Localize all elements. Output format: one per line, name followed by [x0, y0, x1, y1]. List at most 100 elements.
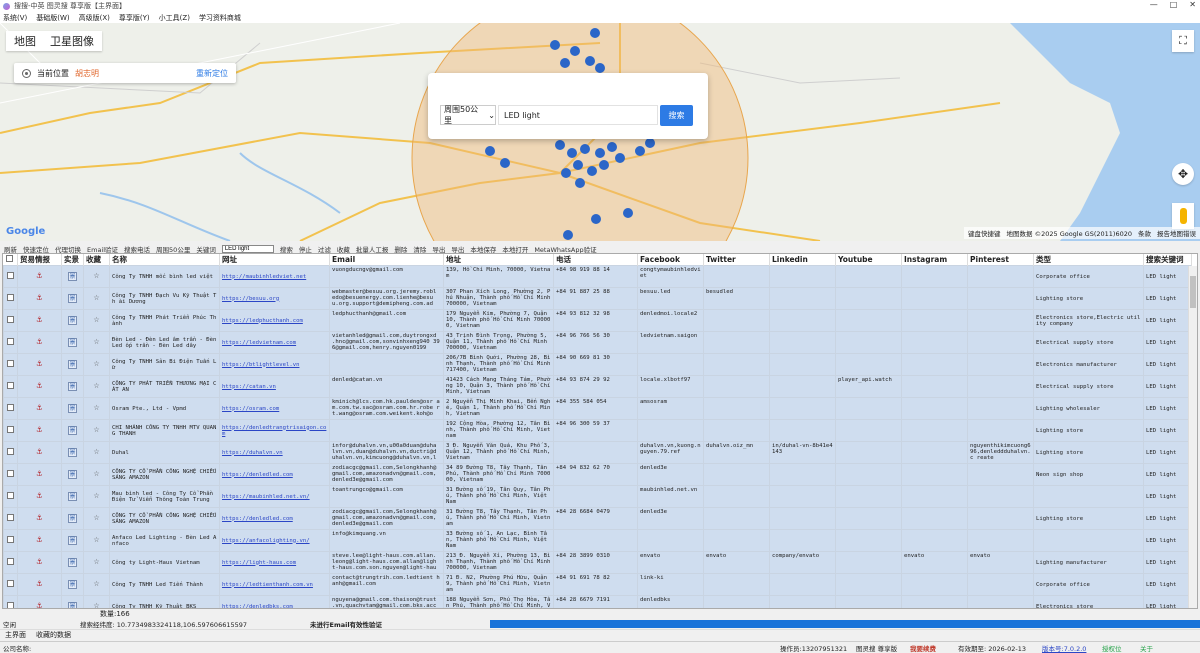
toolbar-search-button[interactable]: 搜索: [280, 244, 293, 254]
street-view-icon[interactable]: 景: [68, 580, 77, 589]
favorite-cell[interactable]: ☆: [83, 595, 110, 609]
favorite-cell[interactable]: ☆: [83, 265, 110, 288]
star-icon[interactable]: ☆: [93, 336, 99, 347]
anchor-icon[interactable]: ⚓: [37, 293, 42, 303]
favorite-cell[interactable]: ☆: [83, 419, 110, 442]
trade-intel-cell[interactable]: ⚓: [17, 551, 62, 574]
trade-intel-cell[interactable]: ⚓: [17, 595, 62, 608]
street-view-icon[interactable]: 景: [68, 470, 77, 479]
anchor-icon[interactable]: ⚓: [37, 579, 42, 589]
row-checkbox[interactable]: [7, 426, 14, 433]
website-link[interactable]: https://besuu.org: [219, 287, 330, 310]
favorite-cell[interactable]: ☆: [83, 331, 110, 354]
anchor-icon[interactable]: ⚓: [37, 513, 42, 523]
row-select-cell[interactable]: [3, 375, 18, 398]
stop-button[interactable]: 停止: [299, 244, 312, 254]
street-view-icon[interactable]: 景: [68, 316, 77, 325]
table-row[interactable]: ⚓ 景 ☆ CHI NHÁNH CÔNG TY TNHH MTV QUANG THAN…: [3, 419, 1192, 442]
favorite-cell[interactable]: ☆: [83, 375, 110, 398]
twitter-header[interactable]: Twitter: [703, 254, 770, 266]
trade-intel-cell[interactable]: ⚓: [17, 397, 62, 420]
website-link[interactable]: https://osram.com: [219, 397, 330, 420]
map-view[interactable]: 地图 卫星图像 当前位置 胡志明 重新定位 周围50公里 ⌄ LED light…: [0, 23, 1200, 241]
street-view-icon[interactable]: 景: [68, 602, 77, 608]
row-select-cell[interactable]: [3, 353, 18, 376]
website-link[interactable]: https://denledbks.com: [219, 595, 330, 608]
favorite-cell[interactable]: ☆: [83, 463, 110, 486]
street-view-cell[interactable]: 景: [61, 331, 84, 354]
table-row[interactable]: ⚓ 景 ☆ Công Ty TNHH Led Tiến Thành https://le…: [3, 573, 1192, 596]
table-row[interactable]: ⚓ 景 ☆ Duhal https://duhalvn.vn infor@duhalvn.…: [3, 441, 1192, 464]
trade-intel-cell[interactable]: ⚓: [17, 309, 62, 332]
close-icon[interactable]: ✕: [1189, 0, 1196, 9]
street-view-cell[interactable]: 景: [61, 375, 84, 398]
table-row[interactable]: ⚓ 景 ☆ Công Ty TNHH Sản Bi Điện Tuấn Lữ https…: [3, 353, 1192, 376]
row-checkbox[interactable]: [7, 404, 14, 411]
row-checkbox[interactable]: [7, 602, 14, 608]
row-checkbox[interactable]: [7, 558, 14, 565]
table-row[interactable]: ⚓ 景 ☆ Mau bình led - Công Ty Cổ Phần Điện T…: [3, 485, 1192, 508]
trade-intel-cell[interactable]: ⚓: [17, 287, 62, 310]
street-view-cell[interactable]: 景: [61, 573, 84, 596]
linkedin-header[interactable]: Linkedin: [769, 254, 836, 266]
pan-control-icon[interactable]: ✥: [1172, 163, 1194, 185]
row-select-cell[interactable]: [3, 463, 18, 486]
tab-map[interactable]: 地图: [14, 33, 36, 49]
row-select-cell[interactable]: [3, 595, 18, 608]
street-view-icon[interactable]: 景: [68, 536, 77, 545]
radius-select[interactable]: 周围50公里 ⌄: [440, 105, 496, 125]
street-view-icon[interactable]: 景: [68, 382, 77, 391]
row-checkbox[interactable]: [7, 338, 14, 345]
star-icon[interactable]: ☆: [93, 556, 99, 567]
local-open-button[interactable]: 本地打开: [502, 244, 528, 254]
street-view-pegman-icon[interactable]: [1172, 203, 1194, 229]
license-link[interactable]: 授权位: [1102, 643, 1140, 653]
street-view-cell[interactable]: 景: [61, 551, 84, 574]
menu-tools[interactable]: 小工具(Z): [159, 13, 190, 23]
address-header[interactable]: 地址: [443, 254, 554, 266]
favorite-cell[interactable]: ☆: [83, 441, 110, 464]
anchor-icon[interactable]: ⚓: [37, 337, 42, 347]
street-view-cell[interactable]: 景: [61, 529, 84, 552]
row-checkbox[interactable]: [7, 470, 14, 477]
email-header[interactable]: Email: [329, 254, 444, 266]
website-link[interactable]: https://maubinhled.net.vn/: [219, 485, 330, 508]
star-icon[interactable]: ☆: [93, 446, 99, 457]
street-view-icon[interactable]: 景: [68, 404, 77, 413]
table-row[interactable]: ⚓ 景 ☆ Osram Pte., Ltd - Vpmd https://osram.c…: [3, 397, 1192, 420]
anchor-icon[interactable]: ⚓: [37, 403, 42, 413]
export-button-2[interactable]: 导出: [451, 244, 464, 254]
anchor-icon[interactable]: ⚓: [37, 425, 42, 435]
anchor-icon[interactable]: ⚓: [37, 469, 42, 479]
row-checkbox[interactable]: [7, 492, 14, 499]
version-link[interactable]: 版本号:7.0.2.0: [1042, 643, 1102, 653]
anchor-icon[interactable]: ⚓: [37, 315, 42, 325]
anchor-icon[interactable]: ⚓: [37, 535, 42, 545]
website-link[interactable]: https://denledled.com: [219, 507, 330, 530]
renew-link[interactable]: 我要续费: [910, 643, 958, 653]
instagram-header[interactable]: Instagram: [901, 254, 968, 266]
street-view-header[interactable]: 实景: [61, 254, 84, 266]
row-select-cell[interactable]: [3, 419, 18, 442]
trade-intel-cell[interactable]: ⚓: [17, 573, 62, 596]
anchor-icon[interactable]: ⚓: [37, 359, 42, 369]
street-view-icon[interactable]: 景: [68, 514, 77, 523]
row-select-cell[interactable]: [3, 573, 18, 596]
street-view-cell[interactable]: 景: [61, 309, 84, 332]
street-view-icon[interactable]: 景: [68, 492, 77, 501]
row-checkbox[interactable]: [7, 294, 14, 301]
keyword-input[interactable]: LED light: [498, 105, 658, 125]
menu-system[interactable]: 系统(V): [3, 13, 27, 23]
street-view-icon[interactable]: 景: [68, 360, 77, 369]
star-icon[interactable]: ☆: [93, 600, 99, 609]
table-row[interactable]: ⚓ 景 ☆ CÔNG TY CỔ PHẦN CÔNG NGHỆ CHIẾU SÁNG …: [3, 507, 1192, 530]
website-link[interactable]: https://catan.vn: [219, 375, 330, 398]
keyword-header[interactable]: 搜索关键词: [1143, 254, 1192, 266]
row-select-cell[interactable]: [3, 551, 18, 574]
table-row[interactable]: ⚓ 景 ☆ Anfaco Led Lighting - Đèn Led Anfaco h…: [3, 529, 1192, 552]
toolbar-keyword-input[interactable]: [221, 244, 274, 253]
filter-button[interactable]: 过滤: [318, 244, 331, 254]
row-checkbox[interactable]: [7, 272, 14, 279]
favorite-cell[interactable]: ☆: [83, 397, 110, 420]
website-link[interactable]: https://ledphucthanh.com: [219, 309, 330, 332]
